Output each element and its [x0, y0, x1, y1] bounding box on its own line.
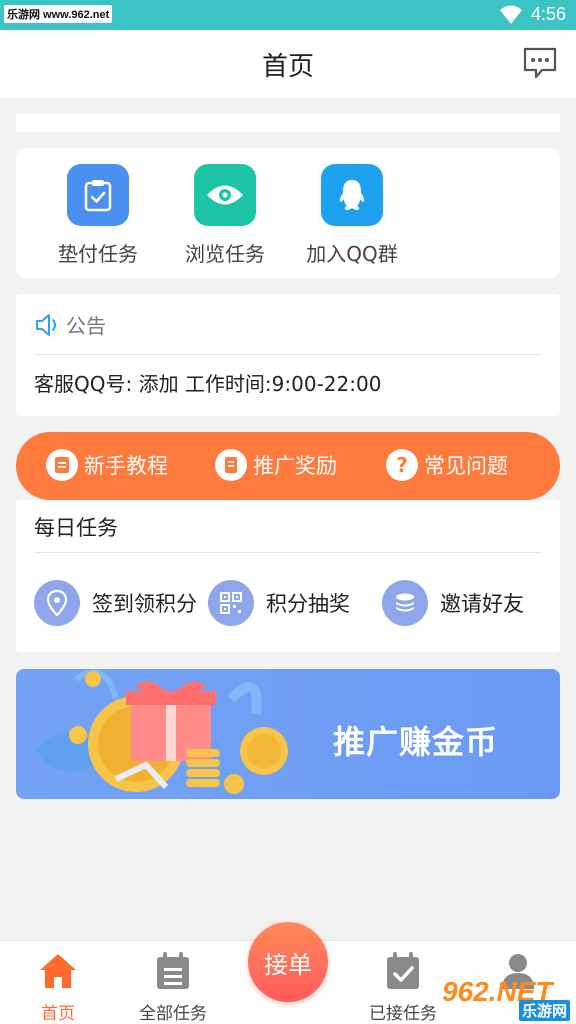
- top-banner-strip: [16, 114, 560, 132]
- gift-coins-illustration: [36, 669, 288, 794]
- tab-label: 常见问题: [424, 454, 508, 478]
- quick-actions-card: 垫付任务 浏览任务 加入QQ群: [16, 148, 560, 278]
- quick-action-advance-task[interactable]: 垫付任务: [43, 164, 153, 267]
- daily-item-invite[interactable]: 邀请好友: [382, 580, 524, 626]
- quick-action-label: 浏览任务: [185, 242, 265, 266]
- status-bar: 乐游网 www.962.net 4:56: [0, 0, 576, 30]
- wifi-icon: [500, 5, 522, 24]
- notice-heading: 公告: [66, 314, 106, 338]
- speaker-icon: [36, 313, 56, 336]
- notice-text: 客服QQ号: 添加 工作时间:9:00-22:00: [34, 372, 382, 396]
- clipboard-icon: [67, 164, 129, 226]
- daily-item-label: 签到领积分: [92, 592, 197, 616]
- quick-action-label: 加入QQ群: [306, 242, 398, 266]
- qr-grid-icon: [208, 580, 254, 626]
- daily-divider: [34, 552, 542, 553]
- nav-label: 首页: [41, 1004, 75, 1024]
- daily-tasks-card: 每日任务 签到领积分 积分抽奖 邀请好友: [16, 500, 560, 652]
- location-pin-icon: [34, 580, 80, 626]
- daily-item-lottery[interactable]: 积分抽奖: [208, 580, 350, 626]
- quick-action-join-qq-group[interactable]: 加入QQ群: [297, 164, 407, 267]
- app-header: 首页: [0, 30, 576, 98]
- help-tab-bar: 新手教程 推广奖励 ? 常见问题: [16, 432, 560, 500]
- receipt-icon: [215, 449, 247, 481]
- watermark-sub: 乐游网: [518, 1000, 570, 1021]
- daily-item-label: 邀请好友: [440, 592, 524, 616]
- coin-stack-icon: [382, 580, 428, 626]
- nav-item-all-tasks[interactable]: 全部任务: [118, 949, 228, 1024]
- banner-text: 推广赚金币: [332, 723, 498, 761]
- page-title: 首页: [261, 52, 314, 82]
- calendar-list-icon: [118, 949, 228, 993]
- quick-action-label: 垫付任务: [58, 242, 138, 266]
- tab-label: 新手教程: [84, 454, 168, 478]
- daily-item-checkin[interactable]: 签到领积分: [34, 580, 197, 626]
- promo-banner[interactable]: 推广赚金币: [16, 669, 560, 799]
- status-time: 4:56: [530, 4, 566, 24]
- notice-divider: [34, 354, 542, 355]
- quick-action-browse-task[interactable]: 浏览任务: [170, 164, 280, 267]
- tab-label: 推广奖励: [253, 454, 337, 478]
- message-icon[interactable]: [522, 46, 558, 80]
- take-order-button[interactable]: 接单: [248, 922, 328, 1002]
- daily-title: 每日任务: [34, 516, 118, 540]
- notice-card: 公告 客服QQ号: 添加 工作时间:9:00-22:00: [16, 294, 560, 416]
- qq-icon: [321, 164, 383, 226]
- tab-faq[interactable]: ? 常见问题: [386, 449, 508, 481]
- daily-item-label: 积分抽奖: [266, 592, 350, 616]
- tab-beginner-tutorial[interactable]: 新手教程: [46, 449, 168, 481]
- notice-header: 公告: [34, 310, 106, 339]
- home-icon: [3, 949, 113, 993]
- document-icon: [46, 449, 78, 481]
- nav-label: 全部任务: [139, 1004, 207, 1024]
- tab-promotion-reward[interactable]: 推广奖励: [215, 449, 337, 481]
- corner-watermark: 962.NET 乐游网: [442, 976, 570, 1021]
- status-watermark: 乐游网 www.962.net: [4, 5, 113, 23]
- question-icon: ?: [386, 449, 418, 481]
- eye-icon: [194, 164, 256, 226]
- nav-item-home[interactable]: 首页: [3, 949, 113, 1024]
